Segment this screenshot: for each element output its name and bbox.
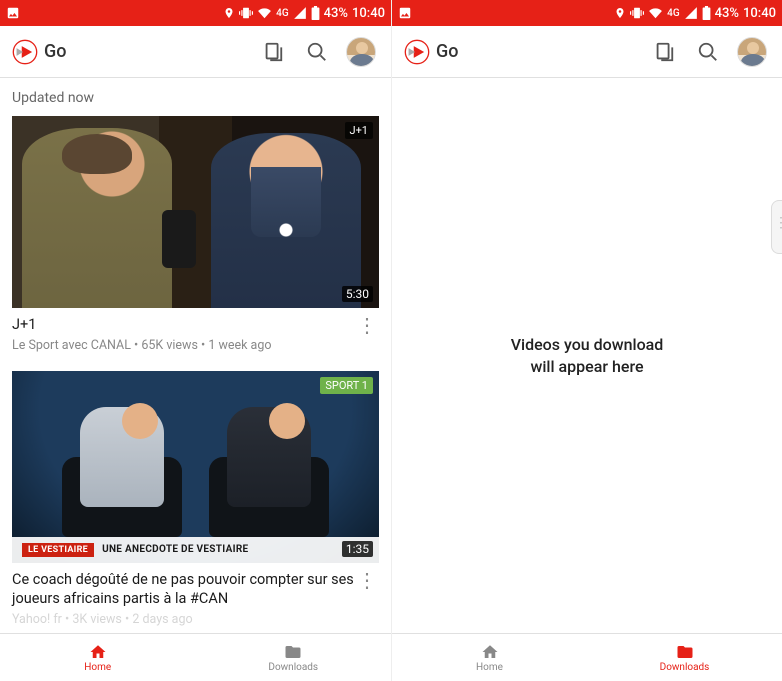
video-title: J+1: [12, 316, 355, 335]
video-more-button[interactable]: ⋮: [355, 316, 379, 332]
battery-icon: [311, 6, 320, 20]
nav-downloads-label: Downloads: [660, 662, 710, 673]
video-duration: 1:35: [342, 541, 373, 557]
video-thumbnail[interactable]: J+1 5:30: [12, 116, 379, 308]
signal-icon: [684, 6, 698, 20]
clock: 10:40: [352, 6, 385, 21]
folder-icon: [674, 643, 696, 661]
youtube-go-icon: [404, 39, 430, 65]
channel-badge: J+1: [345, 122, 374, 139]
network-type: 4G: [276, 8, 289, 19]
wifi-icon: [257, 6, 272, 20]
video-duration: 5:30: [342, 286, 373, 302]
video-card[interactable]: J+1 5:30 J+1 Le Sport avec CANAL • 65K v…: [12, 116, 379, 353]
avatar: [737, 37, 767, 67]
video-more-button[interactable]: ⋮: [355, 571, 379, 587]
nav-downloads-label: Downloads: [268, 662, 318, 673]
edge-gesture-handle[interactable]: [771, 200, 782, 254]
network-type: 4G: [667, 8, 680, 19]
home-icon: [87, 643, 109, 661]
bottom-nav: Home Downloads: [0, 633, 391, 681]
app-name: Go: [436, 41, 458, 62]
feed-updated-label: Updated now: [0, 86, 391, 116]
nav-downloads[interactable]: Downloads: [587, 634, 782, 681]
video-subtitle: Le Sport avec CANAL • 65K views • 1 week…: [12, 338, 355, 353]
bottom-nav: Home Downloads: [392, 633, 782, 681]
library-icon: [262, 41, 284, 63]
nav-home-label: Home: [84, 662, 111, 673]
video-title: Ce coach dégoûté de ne pas pouvoir compt…: [12, 571, 355, 609]
app-bar: Go: [0, 26, 391, 78]
wifi-icon: [648, 6, 663, 20]
avatar: [346, 37, 376, 67]
video-card[interactable]: SPORT 1 LE VESTIAIRE UNE ANECDOTE DE VES…: [12, 371, 379, 627]
account-button[interactable]: [343, 34, 379, 70]
nav-downloads[interactable]: Downloads: [196, 634, 392, 681]
picture-icon: [6, 6, 20, 20]
video-feed[interactable]: Updated now J+1 5:30 J+1 Le Sport avec C…: [0, 78, 391, 633]
video-subtitle: Yahoo! fr • 3K views • 2 days ago: [12, 612, 355, 627]
search-button[interactable]: [690, 34, 726, 70]
vibrate-icon: [630, 6, 644, 20]
folder-icon: [282, 643, 304, 661]
status-bar: 4G 43% 10:40: [0, 0, 391, 26]
picture-icon: [398, 6, 412, 20]
status-bar: 4G 43% 10:40: [392, 0, 782, 26]
screen-downloads: 4G 43% 10:40 Go: [391, 0, 782, 681]
channel-badge: SPORT 1: [320, 377, 373, 394]
library-button[interactable]: [255, 34, 291, 70]
location-icon: [223, 7, 235, 19]
youtube-go-icon: [12, 39, 38, 65]
nav-home[interactable]: Home: [0, 634, 196, 681]
library-button[interactable]: [646, 34, 682, 70]
library-icon: [653, 41, 675, 63]
app-name: Go: [44, 41, 66, 62]
app-logo[interactable]: Go: [12, 39, 66, 65]
battery-percent: 43%: [715, 6, 739, 21]
battery-icon: [702, 6, 711, 20]
search-button[interactable]: [299, 34, 335, 70]
account-button[interactable]: [734, 34, 770, 70]
location-icon: [614, 7, 626, 19]
home-icon: [479, 643, 501, 661]
downloads-empty-state: Videos you download will appear here: [392, 78, 782, 633]
search-icon: [697, 41, 719, 63]
signal-icon: [293, 6, 307, 20]
battery-percent: 43%: [324, 6, 348, 21]
search-icon: [306, 41, 328, 63]
nav-home-label: Home: [476, 662, 503, 673]
app-bar: Go: [392, 26, 782, 78]
screen-home: 4G 43% 10:40 Go: [0, 0, 391, 681]
vibrate-icon: [239, 6, 253, 20]
nav-home[interactable]: Home: [392, 634, 587, 681]
video-thumbnail[interactable]: SPORT 1 LE VESTIAIRE UNE ANECDOTE DE VES…: [12, 371, 379, 563]
clock: 10:40: [743, 6, 776, 21]
chyron: LE VESTIAIRE UNE ANECDOTE DE VESTIAIRE: [12, 537, 379, 563]
app-logo[interactable]: Go: [404, 39, 458, 65]
